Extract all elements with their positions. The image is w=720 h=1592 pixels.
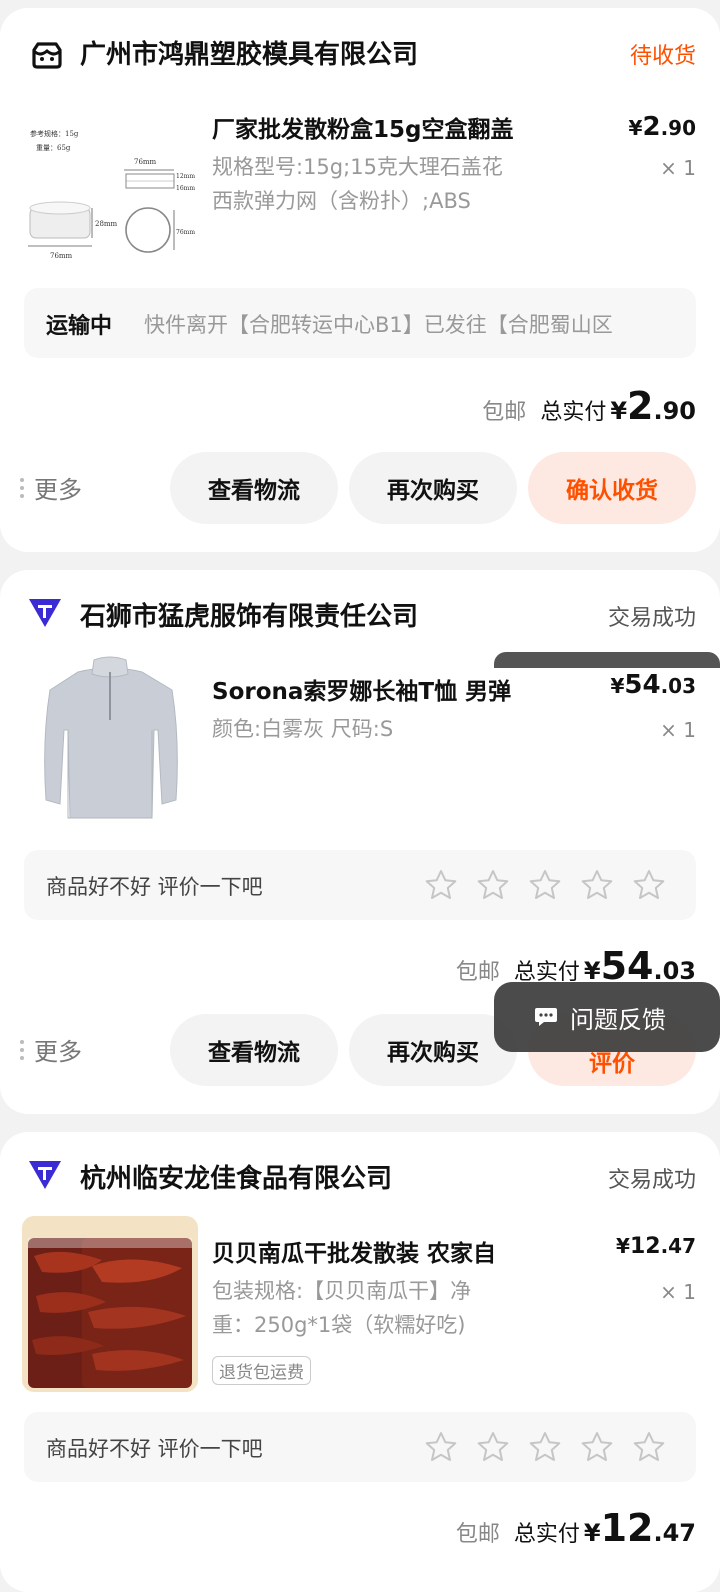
- order-status: 交易成功: [607, 606, 696, 631]
- tmall-shop-icon: [26, 1158, 64, 1192]
- free-shipping-label: 包邮: [455, 960, 500, 985]
- total-currency: ¥: [583, 1519, 601, 1547]
- thumb-label-w76b: 76mm: [50, 252, 73, 260]
- star-icon[interactable]: [424, 868, 458, 902]
- product-thumbnail[interactable]: [22, 650, 200, 826]
- total-decimal: .03: [653, 957, 696, 985]
- product-spec: 颜色:白雾灰 尺码:S: [212, 717, 394, 741]
- free-shipping-label: 包邮: [482, 400, 527, 425]
- price-currency: ¥: [628, 116, 643, 140]
- thumb-label-weight: 重量：65g: [36, 144, 71, 152]
- total-label: 总实付: [513, 1522, 580, 1547]
- star-icon[interactable]: [632, 868, 666, 902]
- star-icon[interactable]: [632, 1430, 666, 1464]
- product-title[interactable]: 贝贝南瓜干批发散装 农家自: [212, 1234, 496, 1268]
- star-icon[interactable]: [528, 868, 562, 902]
- product-title[interactable]: 厂家批发散粉盒15g空盒翻盖: [212, 110, 513, 144]
- return-shipping-badge: 退货包运费: [212, 1356, 311, 1385]
- more-label: 更多: [34, 1038, 82, 1066]
- order-total: 包邮 总实付 ¥12.47: [456, 1506, 696, 1550]
- product-price: ¥12.47: [616, 1234, 696, 1259]
- price-integer: 12: [629, 1234, 661, 1259]
- logistics-text: 快件离开【合肥转运中心B1】已发往【合肥蜀山区: [144, 313, 613, 337]
- total-currency: ¥: [583, 957, 601, 985]
- feedback-floating-button[interactable]: 问题反馈: [494, 982, 720, 1052]
- review-prompt: 商品好不好 评价一下吧: [46, 1437, 263, 1461]
- thumb-label-h76: 76mm: [176, 229, 195, 236]
- product-quantity: × 1: [660, 156, 696, 180]
- price-integer: 2: [642, 112, 661, 142]
- shop-name[interactable]: 杭州临安龙佳食品有限公司: [80, 1158, 392, 1195]
- more-label: 更多: [34, 476, 82, 504]
- total-integer: 12: [600, 1506, 654, 1550]
- buy-again-button[interactable]: 再次购买: [349, 452, 517, 524]
- view-logistics-button[interactable]: 查看物流: [170, 452, 338, 524]
- thumb-label-h28: 28mm: [95, 220, 118, 228]
- product-spec: 西款弹力网（含粉扑）;ABS: [212, 189, 471, 213]
- star-icon[interactable]: [476, 1430, 510, 1464]
- price-decimal: .90: [660, 116, 696, 140]
- review-prompt: 商品好不好 评价一下吧: [46, 875, 263, 899]
- rating-stars[interactable]: [424, 1430, 666, 1464]
- more-button[interactable]: 更多: [20, 470, 82, 505]
- star-icon[interactable]: [580, 868, 614, 902]
- total-decimal: .47: [653, 1519, 696, 1547]
- product-thumbnail[interactable]: [22, 1216, 198, 1392]
- product-thumbnail[interactable]: 参考规格：15g 重量：65g 76mm 12mm 16mm 76mm 28mm…: [22, 112, 200, 272]
- order-card: 广州市鸿鼎塑胶模具有限公司 待收货 参考规格：15g 重量：65g 76mm 1…: [0, 8, 720, 552]
- shop-name[interactable]: 广州市鸿鼎塑胶模具有限公司: [80, 34, 418, 71]
- chat-bubble-icon: [535, 1008, 557, 1026]
- star-icon[interactable]: [528, 1430, 562, 1464]
- logistics-status: 运输中: [46, 314, 113, 339]
- total-currency: ¥: [610, 397, 628, 425]
- shop-name[interactable]: 石狮市猛虎服饰有限责任公司: [80, 596, 418, 633]
- more-button[interactable]: 更多: [20, 1032, 82, 1067]
- star-icon[interactable]: [424, 1430, 458, 1464]
- price-currency: ¥: [610, 674, 625, 698]
- rating-stars[interactable]: [424, 868, 666, 902]
- thumb-label-w76a: 76mm: [134, 158, 157, 166]
- price-decimal: .03: [660, 674, 696, 698]
- thumb-label-ref: 参考规格：15g: [30, 129, 79, 138]
- feedback-label: 问题反馈: [570, 1005, 666, 1034]
- product-spec: 重：250g*1袋（软糯好吃): [212, 1313, 466, 1337]
- product-title[interactable]: Sorona索罗娜长袖T恤 男弹: [212, 672, 511, 706]
- star-icon[interactable]: [476, 868, 510, 902]
- thumb-label-h12: 12mm: [176, 173, 195, 180]
- view-logistics-button[interactable]: 查看物流: [170, 1014, 338, 1086]
- order-status: 交易成功: [607, 1168, 696, 1193]
- product-spec: 包装规格:【贝贝南瓜干】净: [212, 1279, 472, 1303]
- review-bar: 商品好不好 评价一下吧: [24, 850, 696, 920]
- product-quantity: × 1: [660, 718, 696, 742]
- floating-tab-edge: [494, 652, 720, 668]
- star-icon[interactable]: [580, 1430, 614, 1464]
- review-bar: 商品好不好 评价一下吧: [24, 1412, 696, 1482]
- more-dots-icon: [20, 477, 24, 498]
- more-dots-icon: [20, 1039, 24, 1060]
- order-total: 包邮 总实付 ¥2.90: [482, 384, 696, 428]
- product-spec: 规格型号:15g;15克大理石盖花: [212, 155, 503, 179]
- thumb-label-h16: 16mm: [176, 185, 195, 192]
- order-status: 待收货: [629, 44, 696, 69]
- logistics-bar[interactable]: 运输中 快件离开【合肥转运中心B1】已发往【合肥蜀山区: [24, 288, 696, 358]
- free-shipping-label: 包邮: [455, 1522, 500, 1547]
- product-quantity: × 1: [660, 1280, 696, 1304]
- order-card: 杭州临安龙佳食品有限公司 交易成功 贝贝南瓜干批发散装 农家自 包装规格:【贝贝…: [0, 1132, 720, 1592]
- buy-again-button[interactable]: 再次购买: [349, 1014, 517, 1086]
- tmall-shop-icon: [26, 596, 64, 630]
- product-price: ¥2.90: [629, 112, 696, 142]
- price-integer: 54: [624, 670, 661, 700]
- confirm-receipt-button[interactable]: 确认收货: [528, 452, 696, 524]
- product-price: ¥54.03: [610, 670, 696, 700]
- price-currency: ¥: [616, 1234, 630, 1258]
- total-label: 总实付: [540, 400, 607, 425]
- total-integer: 2: [627, 384, 654, 428]
- price-decimal: .47: [660, 1234, 696, 1258]
- total-decimal: .90: [653, 397, 696, 425]
- shop-icon: [30, 36, 64, 70]
